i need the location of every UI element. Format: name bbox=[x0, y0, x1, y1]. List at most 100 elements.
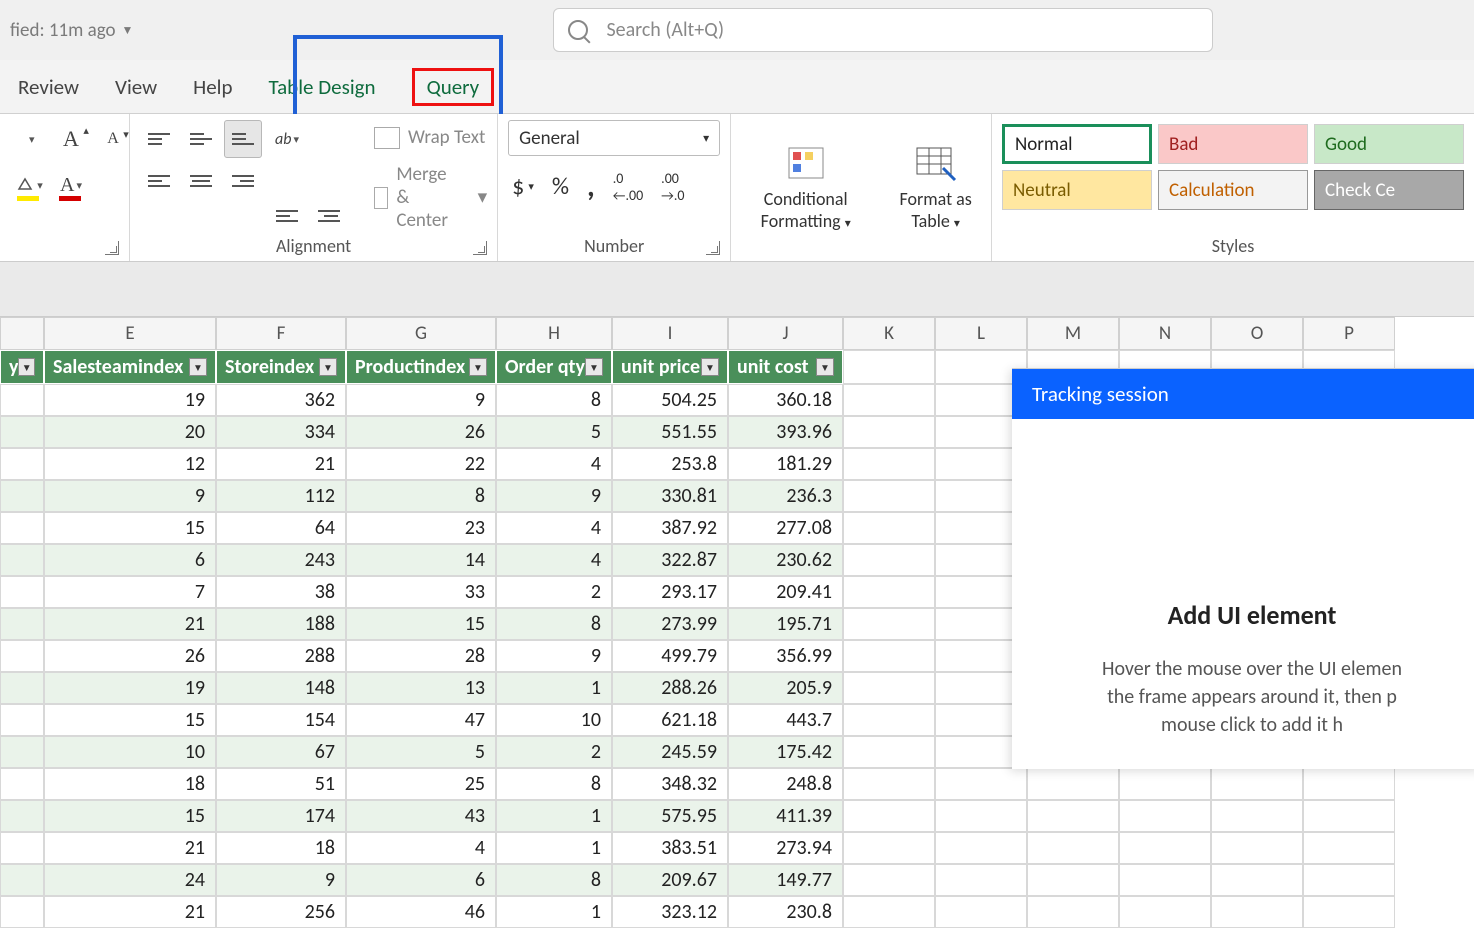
cell[interactable] bbox=[1211, 768, 1303, 800]
cell[interactable]: 21 bbox=[44, 608, 216, 640]
cell[interactable]: 256 bbox=[216, 896, 346, 928]
font-color-button[interactable]: A ▾ bbox=[52, 166, 90, 204]
col-header-L[interactable]: L bbox=[935, 317, 1027, 350]
cell[interactable] bbox=[843, 640, 935, 672]
cell[interactable] bbox=[1027, 800, 1119, 832]
accounting-format-button[interactable]: $▾ bbox=[508, 170, 538, 203]
alignment-dialog-launcher[interactable] bbox=[473, 241, 487, 255]
cell[interactable] bbox=[843, 608, 935, 640]
cell[interactable] bbox=[1027, 864, 1119, 896]
style-normal[interactable]: Normal bbox=[1002, 124, 1152, 164]
cell[interactable]: 1 bbox=[496, 800, 612, 832]
cell[interactable]: 21 bbox=[44, 832, 216, 864]
tab-query[interactable]: Query bbox=[394, 64, 513, 110]
cell[interactable]: 330.81 bbox=[612, 480, 728, 512]
col-header-H[interactable]: H bbox=[496, 317, 612, 350]
cell[interactable] bbox=[843, 480, 935, 512]
cell[interactable]: 348.32 bbox=[612, 768, 728, 800]
table-row[interactable]: 21256461323.12230.8 bbox=[0, 896, 1474, 928]
search-box[interactable]: Search (Alt+Q) bbox=[553, 8, 1213, 52]
cell[interactable]: 175.42 bbox=[728, 736, 843, 768]
cell[interactable]: 245.59 bbox=[612, 736, 728, 768]
filter-icon[interactable]: ▼ bbox=[585, 358, 603, 376]
cell[interactable]: 149.77 bbox=[728, 864, 843, 896]
cell[interactable]: 6 bbox=[44, 544, 216, 576]
merge-center-button[interactable]: Merge & Center ▾ bbox=[374, 163, 487, 232]
table-row[interactable]: 211841383.51273.94 bbox=[0, 832, 1474, 864]
cell[interactable]: 209.67 bbox=[612, 864, 728, 896]
cell[interactable]: 15 bbox=[44, 704, 216, 736]
cell[interactable]: 334 bbox=[216, 416, 346, 448]
cell[interactable]: 13 bbox=[346, 672, 496, 704]
cell[interactable] bbox=[935, 896, 1027, 928]
cell[interactable]: 8 bbox=[496, 608, 612, 640]
filter-icon[interactable]: ▼ bbox=[469, 358, 487, 376]
cell[interactable]: 46 bbox=[346, 896, 496, 928]
cell[interactable]: 9 bbox=[346, 384, 496, 416]
cell[interactable]: 18 bbox=[216, 832, 346, 864]
cell[interactable] bbox=[1303, 896, 1395, 928]
col-header-O[interactable]: O bbox=[1211, 317, 1303, 350]
cell[interactable]: 51 bbox=[216, 768, 346, 800]
cell[interactable]: 181.29 bbox=[728, 448, 843, 480]
cell[interactable]: 243 bbox=[216, 544, 346, 576]
cell[interactable]: 67 bbox=[216, 736, 346, 768]
cell[interactable]: 5 bbox=[496, 416, 612, 448]
col-header-E[interactable]: E bbox=[44, 317, 216, 350]
cell[interactable]: 6 bbox=[346, 864, 496, 896]
wrap-text-button[interactable]: Wrap Text bbox=[374, 126, 487, 149]
style-bad[interactable]: Bad bbox=[1158, 124, 1308, 164]
cell[interactable] bbox=[1119, 864, 1211, 896]
cell[interactable] bbox=[0, 768, 44, 800]
cell[interactable]: 575.95 bbox=[612, 800, 728, 832]
cell[interactable] bbox=[0, 576, 44, 608]
cell[interactable]: 26 bbox=[44, 640, 216, 672]
table-row[interactable]: 1851258348.32248.8 bbox=[0, 768, 1474, 800]
cell[interactable]: 21 bbox=[216, 448, 346, 480]
align-bottom-button[interactable] bbox=[224, 120, 262, 158]
cell[interactable]: 4 bbox=[496, 544, 612, 576]
cell[interactable]: 293.17 bbox=[612, 576, 728, 608]
cell[interactable]: 15 bbox=[346, 608, 496, 640]
cell[interactable]: 5 bbox=[346, 736, 496, 768]
cell[interactable]: 8 bbox=[496, 864, 612, 896]
cell[interactable] bbox=[843, 448, 935, 480]
col-header-J[interactable]: J bbox=[728, 317, 843, 350]
cell[interactable]: 1 bbox=[496, 672, 612, 704]
col-header-F[interactable]: F bbox=[216, 317, 346, 350]
cell[interactable] bbox=[1119, 896, 1211, 928]
cell[interactable]: 356.99 bbox=[728, 640, 843, 672]
col-header-I[interactable]: I bbox=[612, 317, 728, 350]
cell[interactable]: 25 bbox=[346, 768, 496, 800]
cell[interactable]: 21 bbox=[44, 896, 216, 928]
cell[interactable] bbox=[935, 800, 1027, 832]
cell[interactable]: 2 bbox=[496, 576, 612, 608]
align-right-button[interactable] bbox=[224, 162, 262, 200]
cell[interactable]: 195.71 bbox=[728, 608, 843, 640]
cell[interactable] bbox=[1119, 832, 1211, 864]
cell[interactable] bbox=[843, 384, 935, 416]
cell[interactable] bbox=[1303, 800, 1395, 832]
table-header-product[interactable]: Productindex▼ bbox=[346, 350, 496, 384]
cell[interactable]: 64 bbox=[216, 512, 346, 544]
cell[interactable]: 273.94 bbox=[728, 832, 843, 864]
cell[interactable]: 2 bbox=[496, 736, 612, 768]
cell[interactable]: 230.8 bbox=[728, 896, 843, 928]
cell[interactable]: 504.25 bbox=[612, 384, 728, 416]
style-neutral[interactable]: Neutral bbox=[1002, 170, 1152, 210]
increase-decimal-button[interactable]: .0←.00 bbox=[609, 168, 647, 206]
cell[interactable]: 9 bbox=[44, 480, 216, 512]
orientation-button[interactable]: ab▾ bbox=[268, 120, 306, 158]
font-size-dropdown[interactable]: ▾ bbox=[10, 120, 48, 158]
tab-help[interactable]: Help bbox=[175, 64, 250, 110]
cell[interactable]: 33 bbox=[346, 576, 496, 608]
cell[interactable] bbox=[843, 736, 935, 768]
style-check-cell[interactable]: Check Ce bbox=[1314, 170, 1464, 210]
increase-indent-button[interactable] bbox=[310, 197, 348, 235]
cell[interactable]: 20 bbox=[44, 416, 216, 448]
cell[interactable]: 248.8 bbox=[728, 768, 843, 800]
cell[interactable] bbox=[843, 768, 935, 800]
cell[interactable]: 8 bbox=[496, 384, 612, 416]
cell[interactable] bbox=[1027, 768, 1119, 800]
cell[interactable]: 288.26 bbox=[612, 672, 728, 704]
